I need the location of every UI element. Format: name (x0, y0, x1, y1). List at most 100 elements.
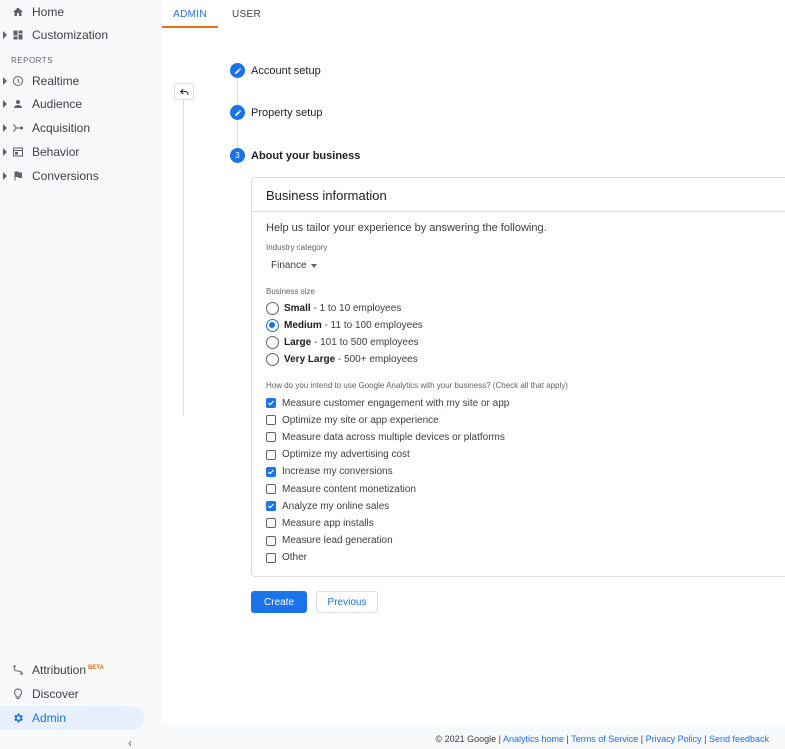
previous-button[interactable]: Previous (316, 591, 378, 613)
pencil-icon (230, 63, 245, 78)
card-header: Business information (252, 178, 785, 212)
footer-links: © 2021 Google | Analytics home | Terms o… (435, 734, 769, 744)
usage-option[interactable]: Measure customer engagement with my site… (266, 397, 509, 409)
collapse-sidebar-button[interactable]: ‹ (128, 736, 132, 749)
checkbox-checked[interactable] (266, 466, 276, 477)
sidebar-item-audience[interactable]: Audience (0, 92, 144, 116)
expand-caret-icon (3, 124, 7, 132)
option-label: Measure data across multiple devices or … (282, 431, 505, 443)
sidebar-item-label: Audience (32, 97, 83, 111)
sidebar-item-conversions[interactable]: Conversions (0, 164, 144, 188)
step-label: Account setup (251, 64, 321, 77)
business-size-label: Business size (266, 287, 315, 296)
send-feedback-link[interactable]: Send feedback (709, 734, 769, 744)
usage-question-label: How do you intend to use Google Analytic… (266, 381, 568, 390)
sidebar-item-attribution[interactable]: Attribution BETA (0, 658, 144, 682)
dropdown-arrow-icon (310, 263, 317, 268)
option-label: Very Large - 500+ employees (284, 353, 418, 365)
usage-option[interactable]: Optimize my advertising cost (266, 449, 410, 461)
option-label: Measure content monetization (282, 483, 416, 495)
radio-button[interactable] (266, 352, 279, 366)
checkbox[interactable] (266, 449, 276, 460)
expand-caret-icon (3, 31, 7, 39)
reports-section-label: REPORTS (11, 56, 54, 65)
sidebar-item-admin[interactable]: Admin (0, 706, 144, 730)
checkbox[interactable] (266, 415, 276, 426)
sidebar-item-label: Behavior (32, 145, 80, 159)
sidebar-item-realtime[interactable]: Realtime (0, 69, 144, 93)
clock-icon (10, 73, 26, 89)
usage-option[interactable]: Measure data across multiple devices or … (266, 431, 505, 443)
analytics-home-link[interactable]: Analytics home (503, 734, 564, 744)
size-option-very-large[interactable]: Very Large - 500+ employees (266, 352, 418, 366)
step-label: Property setup (251, 106, 323, 119)
industry-category-label: Industry category (266, 243, 328, 252)
sidebar: Home Customization REPORTS Realtime Audi… (0, 0, 162, 749)
size-option-medium[interactable]: Medium - 11 to 100 employees (266, 318, 423, 332)
back-button[interactable] (174, 83, 194, 100)
expand-caret-icon (3, 148, 7, 156)
expand-caret-icon (3, 100, 7, 108)
option-label: Large - 101 to 500 employees (284, 336, 419, 348)
size-option-small[interactable]: Small - 1 to 10 employees (266, 301, 401, 315)
option-label: Other (282, 552, 308, 564)
checkbox[interactable] (266, 484, 276, 494)
checkbox-checked[interactable] (266, 398, 276, 408)
radio-button-selected[interactable] (266, 318, 279, 332)
attribution-icon (10, 662, 26, 678)
option-label: Increase my conversions (282, 466, 393, 478)
checkbox[interactable] (266, 552, 276, 563)
sidebar-item-home[interactable]: Home (0, 0, 144, 24)
sidebar-item-customization[interactable]: Customization (0, 23, 144, 47)
sidebar-item-label: Realtime (32, 74, 80, 88)
step-property-setup[interactable]: Property setup (230, 105, 323, 120)
checkbox[interactable] (266, 535, 276, 546)
option-label: Measure lead generation (282, 535, 393, 547)
option-label: Measure app installs (282, 517, 374, 529)
expand-caret-icon (3, 172, 7, 180)
terms-of-service-link[interactable]: Terms of Service (571, 734, 638, 744)
back-arrow-icon (179, 88, 188, 95)
sidebar-item-label: Customization (32, 28, 109, 42)
expand-caret-icon (3, 77, 7, 85)
create-button[interactable]: Create (251, 591, 307, 613)
back-divider (183, 100, 184, 416)
checkbox-checked[interactable] (266, 501, 276, 512)
sidebar-item-discover[interactable]: Discover (0, 682, 144, 706)
radio-button[interactable] (266, 301, 279, 315)
tab-admin[interactable]: ADMIN (162, 0, 218, 28)
sidebar-item-label: Conversions (32, 169, 99, 183)
option-label: Optimize my site or app experience (282, 414, 439, 426)
usage-option[interactable]: Analyze my online sales (266, 500, 389, 512)
pencil-icon (230, 105, 245, 120)
beta-badge: BETA (88, 665, 104, 671)
usage-option[interactable]: Optimize my site or app experience (266, 414, 439, 426)
industry-value: Finance (271, 260, 307, 271)
separator: | (496, 734, 503, 744)
sidebar-item-acquisition[interactable]: Acquisition (0, 116, 144, 140)
usage-option[interactable]: Increase my conversions (266, 466, 393, 478)
checkbox[interactable] (266, 518, 276, 529)
business-information-card: Business information Help us tailor your… (251, 177, 785, 577)
usage-option[interactable]: Measure lead generation (266, 535, 393, 547)
sidebar-item-behavior[interactable]: Behavior (0, 140, 144, 164)
sidebar-item-label: Home (32, 5, 65, 19)
privacy-policy-link[interactable]: Privacy Policy (646, 734, 702, 744)
step-account-setup[interactable]: Account setup (230, 63, 321, 78)
intro-text: Help us tailor your experience by answer… (266, 222, 547, 234)
step-number: 3 (230, 148, 245, 163)
sidebar-item-label: Attribution BETA (32, 663, 104, 677)
usage-option[interactable]: Measure app installs (266, 517, 374, 529)
footer: © 2021 Google | Analytics home | Terms o… (162, 725, 785, 749)
tab-user[interactable]: USER (232, 0, 261, 28)
usage-option[interactable]: Other (266, 552, 307, 564)
checkbox[interactable] (266, 432, 276, 443)
size-option-large[interactable]: Large - 101 to 500 employees (266, 335, 419, 349)
radio-button[interactable] (266, 335, 279, 349)
gear-icon (10, 710, 26, 726)
usage-option[interactable]: Measure content monetization (266, 483, 416, 495)
separator: | (638, 734, 646, 744)
option-label: Small - 1 to 10 employees (284, 302, 402, 314)
step-label: About your business (251, 149, 361, 162)
industry-category-select[interactable]: Finance (271, 260, 317, 271)
